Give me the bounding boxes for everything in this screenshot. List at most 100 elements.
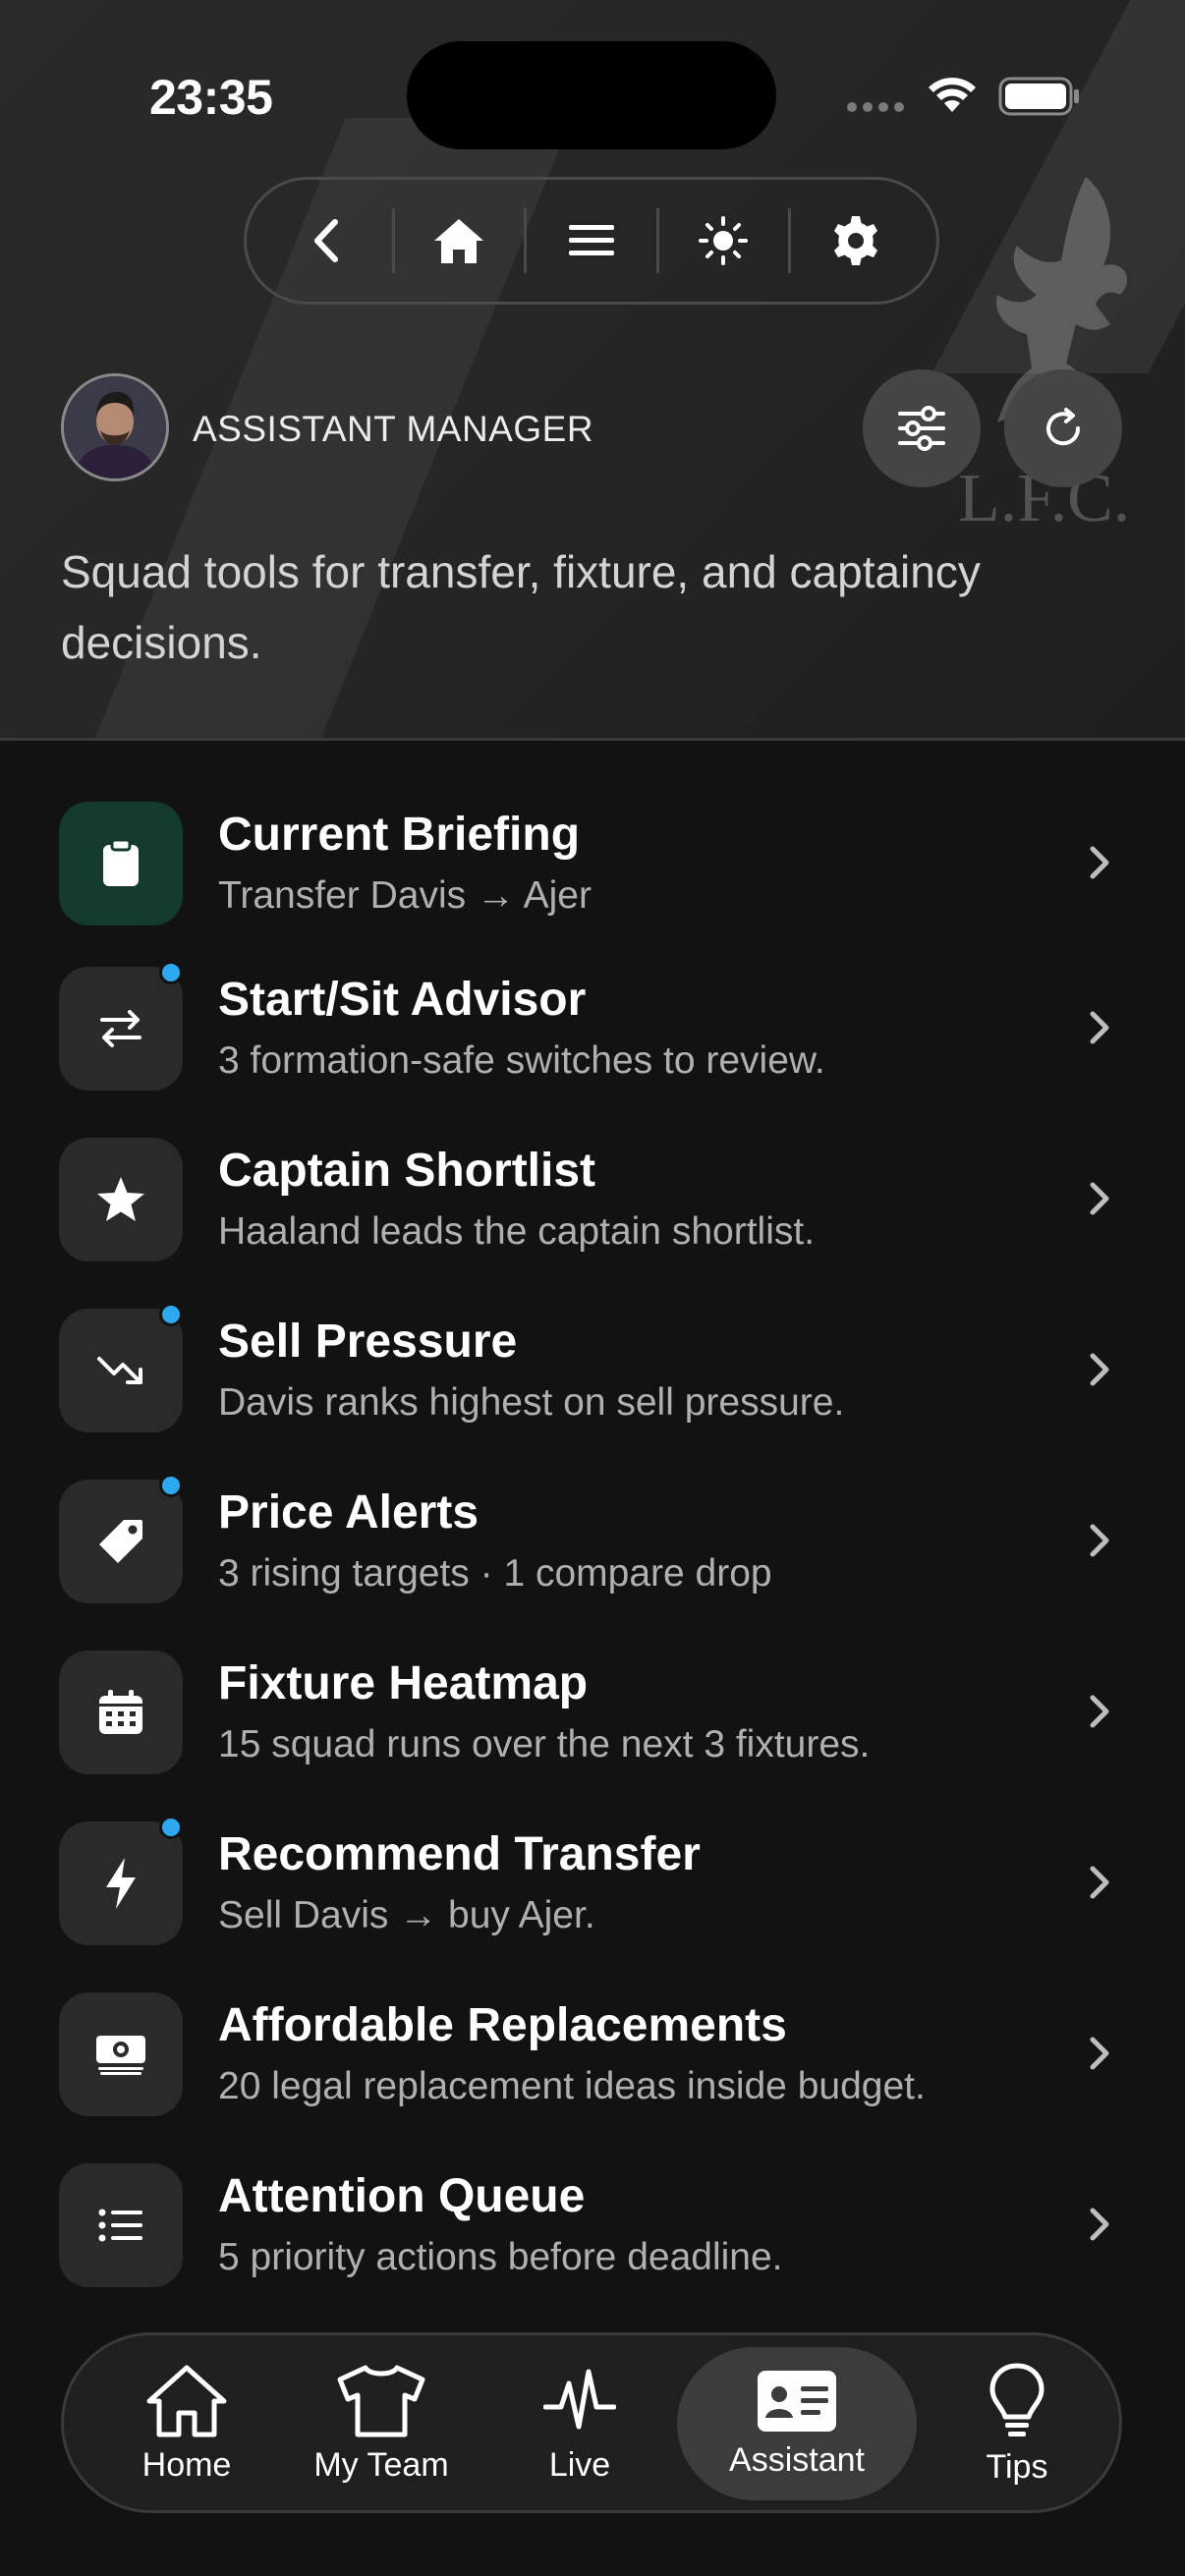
- lightbulb-icon: [989, 2363, 1044, 2436]
- list-item-title: Affordable Replacements: [218, 1999, 787, 2051]
- home-icon: [434, 219, 484, 263]
- tile: [59, 1309, 183, 1432]
- list-item-description: Davis ranks highest on sell pressure.: [218, 1381, 845, 1424]
- settings-icon: [834, 216, 877, 265]
- tab-label: Home: [141, 2445, 232, 2484]
- clipboard-icon: [103, 839, 139, 886]
- chevron-right-icon: [1090, 1011, 1109, 1044]
- list-icon: [98, 2209, 142, 2242]
- tile: [59, 1138, 183, 1261]
- brightness-icon: [699, 216, 749, 265]
- list-item-fixture-heatmap[interactable]: Fixture Heatmap 15 squad runs over the n…: [0, 1641, 1185, 1798]
- tab-live[interactable]: Live: [506, 2347, 653, 2500]
- list-item-description: 20 legal replacement ideas inside budget…: [218, 2065, 926, 2107]
- list-item-captain-shortlist[interactable]: Captain Shortlist Haaland leads the capt…: [0, 1128, 1185, 1285]
- list-item-description: Haaland leads the captain shortlist.: [218, 1210, 816, 1253]
- tile: [59, 1651, 183, 1774]
- list-item-sell-pressure[interactable]: Sell Pressure Davis ranks highest on sel…: [0, 1299, 1185, 1456]
- swap-icon: [100, 1010, 141, 1047]
- tab-tips[interactable]: Tips: [948, 2347, 1086, 2500]
- tile: [59, 1992, 183, 2116]
- back-icon: [313, 219, 338, 262]
- tile: [59, 802, 183, 925]
- club-crest-watermark: L.F.C.: [958, 177, 1130, 536]
- page-subtitle: Squad tools for transfer, fixture, and c…: [61, 546, 981, 668]
- tab-assistant[interactable]: Assistant: [677, 2347, 917, 2500]
- refresh-icon: [1046, 408, 1081, 446]
- list-item-attention-queue[interactable]: Attention Queue 5 priority actions befor…: [0, 2154, 1185, 2311]
- chevron-right-icon: [1090, 1524, 1109, 1557]
- tab-home[interactable]: Home: [103, 2347, 270, 2500]
- tile: [59, 1480, 183, 1603]
- list-item-description: 5 priority actions before deadline.: [218, 2236, 783, 2278]
- tab-label: Tips: [986, 2447, 1048, 2486]
- back-button[interactable]: [278, 192, 376, 290]
- list-item-start-sit-advisor[interactable]: Start/Sit Advisor 3 formation-safe switc…: [0, 957, 1185, 1114]
- list-item-title: Price Alerts: [218, 1486, 480, 1539]
- home-button[interactable]: [410, 192, 508, 290]
- avatar[interactable]: [61, 373, 169, 481]
- header: L.F.C. 23:35 ASSISTANT MANAGER Squad too…: [0, 0, 1185, 741]
- home-icon: [146, 2365, 227, 2436]
- chevron-right-icon: [1090, 2208, 1109, 2241]
- list-item-title: Fixture Heatmap: [218, 1657, 589, 1709]
- list-item-title: Captain Shortlist: [218, 1145, 596, 1197]
- star-icon: [97, 1177, 144, 1221]
- list-item-recommend-transfer[interactable]: Recommend Transfer Sell Davis → buy Ajer…: [0, 1812, 1185, 1969]
- sliders-icon: [898, 406, 945, 451]
- notification-dot: [159, 1816, 183, 1839]
- tile: [59, 2163, 183, 2287]
- chevron-right-icon: [1090, 1695, 1109, 1728]
- menu-button[interactable]: [542, 192, 641, 290]
- list-item-description: Transfer Davis → Ajer: [218, 874, 592, 917]
- list-item-title: Start/Sit Advisor: [218, 974, 587, 1026]
- list-item-description: 3 rising targets · 1 compare drop: [218, 1552, 772, 1595]
- cellular-signal-icon: [847, 102, 904, 112]
- tab-label: Live: [548, 2445, 611, 2484]
- chevron-right-icon: [1090, 2037, 1109, 2070]
- id-card-icon: [758, 2370, 836, 2432]
- chevron-right-icon: [1090, 1353, 1109, 1386]
- navigation-pill: [244, 177, 939, 305]
- wifi-icon: [929, 78, 976, 112]
- list-item-title: Current Briefing: [218, 809, 581, 861]
- pulse-icon: [543, 2369, 616, 2429]
- role-label: ASSISTANT MANAGER: [193, 409, 594, 449]
- list-item-price-alerts[interactable]: Price Alerts 3 rising targets · 1 compar…: [0, 1470, 1185, 1627]
- list-item-description: 15 squad runs over the next 3 fixtures.: [218, 1723, 871, 1765]
- list-item-title: Recommend Transfer: [218, 1828, 701, 1880]
- list-item-title: Sell Pressure: [218, 1316, 518, 1368]
- calendar-icon: [99, 1690, 142, 1734]
- chevron-right-icon: [1090, 1182, 1109, 1215]
- battery-icon: [998, 77, 1079, 116]
- tab-label: Assistant: [729, 2440, 865, 2479]
- divider: [524, 208, 528, 273]
- tile: [59, 1821, 183, 1945]
- chevron-right-icon: [1090, 1866, 1109, 1899]
- list-item-current-briefing[interactable]: Current Briefing Transfer Davis → Ajer: [0, 792, 1185, 949]
- refresh-button[interactable]: [1004, 369, 1122, 487]
- divider: [391, 208, 395, 273]
- chevron-right-icon: [1090, 846, 1109, 879]
- notification-dot: [159, 1303, 183, 1326]
- filter-button[interactable]: [863, 369, 981, 487]
- menu-icon: [568, 225, 614, 255]
- tab-my-team[interactable]: My Team: [288, 2347, 475, 2500]
- divider: [655, 208, 659, 273]
- lightning-icon: [106, 1858, 136, 1909]
- tile: [59, 967, 183, 1091]
- shirt-icon: [337, 2365, 425, 2436]
- avatar-portrait: [64, 376, 166, 478]
- notification-dot: [159, 1474, 183, 1497]
- bottom-tab-bar: Home My Team Live Assistant Tips: [61, 2332, 1122, 2513]
- list-item-affordable-replacements[interactable]: Affordable Replacements 20 legal replace…: [0, 1983, 1185, 2140]
- notification-dot: [159, 961, 183, 984]
- settings-button[interactable]: [807, 192, 905, 290]
- status-time: 23:35: [149, 70, 273, 125]
- list-item-description: 3 formation-safe switches to review.: [218, 1039, 825, 1082]
- money-icon: [96, 2036, 145, 2075]
- brightness-button[interactable]: [674, 192, 772, 290]
- price-tag-icon: [99, 1520, 142, 1563]
- list-item-title: Attention Queue: [218, 2170, 586, 2222]
- trend-down-icon: [97, 1357, 142, 1384]
